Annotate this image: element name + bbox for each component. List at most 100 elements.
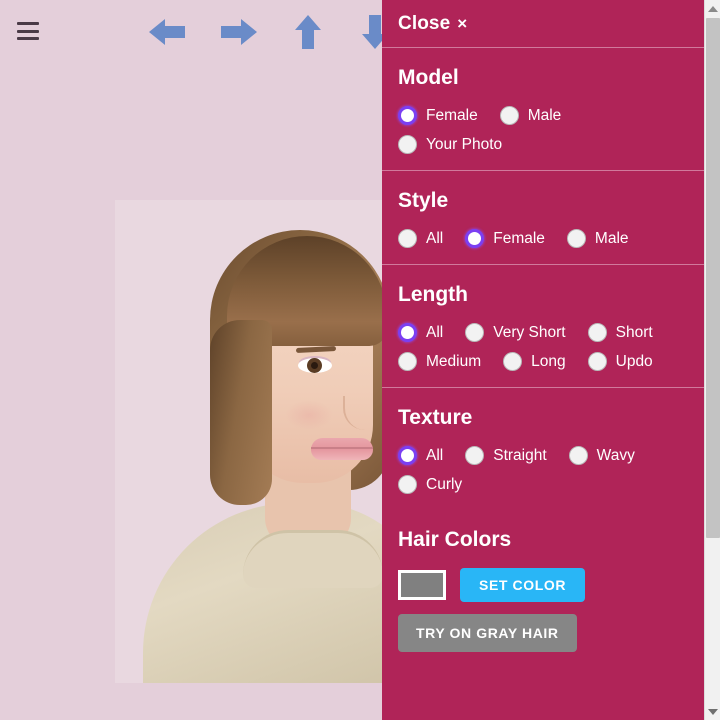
hair-color-controls: SET COLOR bbox=[398, 568, 704, 602]
options-panel: Close × Model Female Male Your Photo Style Al… bbox=[382, 0, 704, 720]
photo-area bbox=[0, 0, 382, 720]
radio-option-label: Wavy bbox=[596, 446, 635, 464]
section-title-model: Model bbox=[398, 66, 459, 89]
radio-option-male[interactable]: Male bbox=[499, 106, 562, 125]
radio-unchecked-icon[interactable] bbox=[465, 323, 485, 342]
radio-unchecked-icon[interactable] bbox=[587, 323, 607, 342]
radio-option-label: Male bbox=[594, 229, 629, 247]
radio-option-label: Your Photo bbox=[426, 135, 503, 153]
option-row: All Very Short Short bbox=[398, 323, 704, 342]
section-length: Length All Very Short Short Medium Long Updo bbox=[382, 265, 704, 388]
radio-option-label: Short bbox=[615, 323, 653, 341]
radio-option-female[interactable]: Female bbox=[465, 229, 545, 248]
close-icon[interactable]: × bbox=[457, 14, 467, 34]
radio-unchecked-icon[interactable] bbox=[499, 106, 519, 125]
radio-option-label: All bbox=[426, 323, 444, 341]
radio-checked-icon[interactable] bbox=[465, 229, 485, 248]
section-hair-colors: Hair Colors SET COLOR TRY ON GRAY HAIR bbox=[382, 510, 704, 668]
model-pupil bbox=[311, 362, 318, 369]
radio-option-all[interactable]: All bbox=[398, 323, 443, 342]
section-title-hair-colors: Hair Colors bbox=[398, 528, 512, 551]
radio-option-long[interactable]: Long bbox=[503, 352, 566, 371]
radio-unchecked-icon[interactable] bbox=[398, 135, 417, 154]
model-preview-photo[interactable] bbox=[115, 200, 382, 683]
close-button-label[interactable]: Close bbox=[398, 13, 450, 35]
radio-unchecked-icon[interactable] bbox=[398, 352, 417, 371]
try-on-gray-hair-button[interactable]: TRY ON GRAY HAIR bbox=[398, 614, 577, 652]
option-row: Your Photo bbox=[398, 135, 704, 154]
arrow-up-icon bbox=[285, 12, 331, 52]
hamburger-bar bbox=[17, 29, 39, 33]
radio-unchecked-icon[interactable] bbox=[587, 352, 607, 371]
hamburger-bar bbox=[17, 22, 39, 25]
radio-option-label: Updo bbox=[615, 352, 653, 370]
scroll-down-button[interactable] bbox=[705, 703, 720, 720]
radio-option-label: Straight bbox=[493, 446, 547, 464]
radio-option-all[interactable]: All bbox=[398, 446, 443, 465]
section-texture: Texture All Straight Wavy Curly bbox=[382, 388, 704, 510]
set-color-button[interactable]: SET COLOR bbox=[460, 568, 586, 602]
section-title-texture: Texture bbox=[398, 406, 473, 429]
radio-option-updo[interactable]: Updo bbox=[587, 352, 653, 371]
navigation-arrows bbox=[140, 12, 382, 54]
previous-arrow-button[interactable] bbox=[145, 12, 191, 52]
hamburger-bar bbox=[17, 37, 39, 40]
panel-sections: Model Female Male Your Photo Style All Female M… bbox=[382, 48, 704, 510]
down-arrow-button[interactable] bbox=[352, 12, 382, 52]
radio-option-label: Female bbox=[493, 229, 545, 247]
option-row: Curly bbox=[398, 475, 704, 494]
radio-option-male[interactable]: Male bbox=[566, 229, 629, 248]
radio-unchecked-icon[interactable] bbox=[568, 446, 588, 465]
radio-unchecked-icon[interactable] bbox=[566, 229, 586, 248]
radio-checked-icon[interactable] bbox=[398, 323, 417, 342]
scroll-up-button[interactable] bbox=[705, 0, 720, 17]
arrow-left-icon bbox=[145, 12, 191, 52]
panel-header: Close × bbox=[382, 0, 704, 48]
radio-unchecked-icon[interactable] bbox=[398, 229, 417, 248]
model-lip-line bbox=[311, 447, 373, 449]
hamburger-menu-icon[interactable] bbox=[17, 22, 39, 40]
radio-unchecked-icon[interactable] bbox=[503, 352, 523, 371]
scrollbar-thumb[interactable] bbox=[706, 18, 720, 538]
next-arrow-button[interactable] bbox=[215, 12, 261, 52]
model-collar bbox=[243, 530, 382, 588]
option-row: Medium Long Updo bbox=[398, 352, 704, 371]
section-title-length: Length bbox=[398, 283, 468, 306]
radio-option-very-short[interactable]: Very Short bbox=[465, 323, 566, 342]
up-arrow-button[interactable] bbox=[285, 12, 331, 52]
radio-option-your-photo[interactable]: Your Photo bbox=[398, 135, 502, 154]
radio-unchecked-icon[interactable] bbox=[465, 446, 485, 465]
scroll-up-arrow-icon bbox=[708, 5, 718, 12]
arrow-down-icon bbox=[352, 12, 382, 52]
radio-option-all[interactable]: All bbox=[398, 229, 443, 248]
option-row: Female Male bbox=[398, 106, 704, 125]
radio-option-straight[interactable]: Straight bbox=[465, 446, 547, 465]
radio-option-label: Male bbox=[527, 106, 562, 124]
radio-checked-icon[interactable] bbox=[398, 106, 417, 125]
model-lips bbox=[311, 438, 373, 460]
radio-checked-icon[interactable] bbox=[398, 446, 417, 465]
scroll-down-arrow-icon bbox=[708, 708, 718, 715]
radio-option-female[interactable]: Female bbox=[398, 106, 478, 125]
model-hair-side bbox=[210, 320, 272, 505]
radio-option-label: Curly bbox=[426, 475, 463, 493]
model-cheek bbox=[285, 400, 333, 430]
radio-option-curly[interactable]: Curly bbox=[398, 475, 462, 494]
radio-option-wavy[interactable]: Wavy bbox=[568, 446, 635, 465]
radio-option-label: All bbox=[426, 446, 444, 464]
arrow-right-icon bbox=[215, 12, 261, 52]
radio-option-label: Long bbox=[531, 352, 566, 370]
radio-option-medium[interactable]: Medium bbox=[398, 352, 481, 371]
option-row: All Female Male bbox=[398, 229, 704, 248]
section-style: Style All Female Male bbox=[382, 171, 704, 265]
radio-option-label: Very Short bbox=[493, 323, 566, 341]
radio-option-label: Female bbox=[426, 106, 478, 124]
hair-color-swatch[interactable] bbox=[398, 570, 446, 600]
vertical-scrollbar[interactable] bbox=[704, 0, 720, 720]
section-model: Model Female Male Your Photo bbox=[382, 48, 704, 171]
radio-unchecked-icon[interactable] bbox=[398, 475, 417, 494]
app-root: Close × Model Female Male Your Photo Style Al… bbox=[0, 0, 720, 720]
section-title-style: Style bbox=[398, 189, 449, 212]
option-row: All Straight Wavy bbox=[398, 446, 704, 465]
radio-option-short[interactable]: Short bbox=[587, 323, 653, 342]
